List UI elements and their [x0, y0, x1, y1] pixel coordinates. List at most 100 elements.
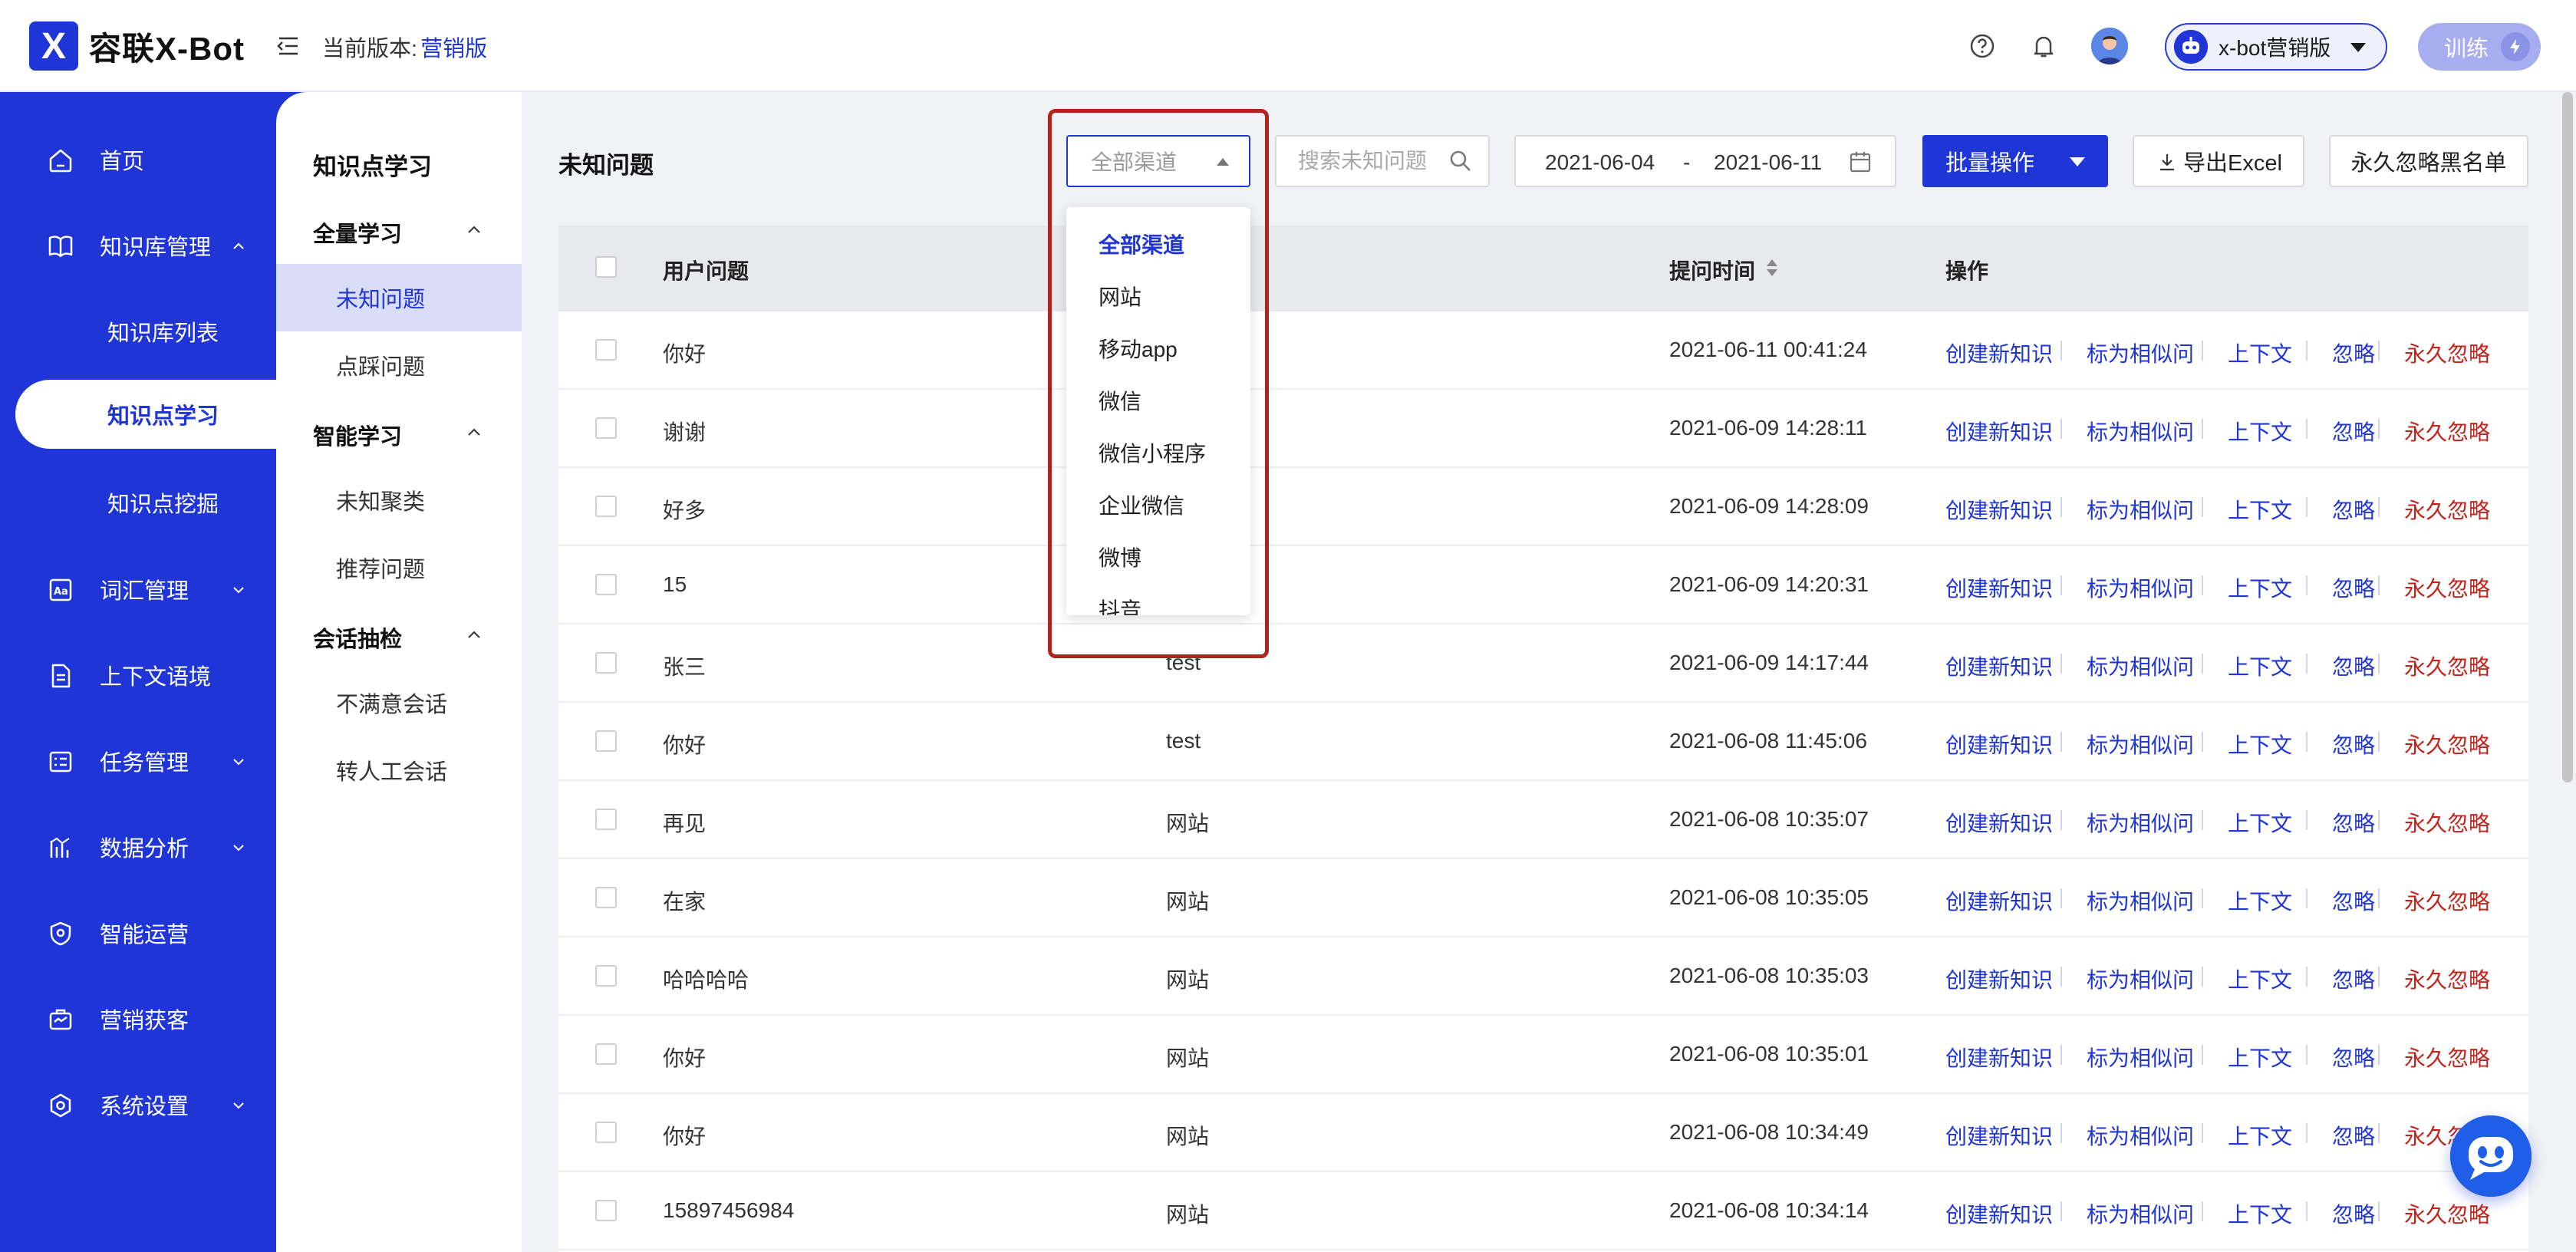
group-full-learning[interactable]: 全量学习 [313, 216, 480, 249]
ignore-link[interactable]: 忽略 [2332, 964, 2375, 994]
context-link[interactable]: 上下文 [2228, 416, 2292, 446]
version-value[interactable]: 营销版 [420, 37, 487, 61]
sidebar-item-home[interactable]: 首页 [0, 130, 276, 189]
row-checkbox[interactable] [595, 1122, 617, 1143]
create-knowledge-link[interactable]: 创建新知识 [1945, 494, 2053, 525]
row-checkbox[interactable] [595, 887, 617, 908]
mark-similar-link[interactable]: 标为相似问 [2087, 964, 2194, 994]
date-start[interactable]: 2021-06-04 [1545, 150, 1655, 175]
create-knowledge-link[interactable]: 创建新知识 [1945, 338, 2053, 368]
ignore-link[interactable]: 忽略 [2332, 885, 2375, 916]
sidebar-item-knowledge-base[interactable]: 知识库管理 [0, 216, 276, 275]
subnav-recommended-questions[interactable]: 推荐问题 [276, 534, 522, 601]
column-header-time[interactable]: 提问时间 [1669, 255, 1755, 285]
create-knowledge-link[interactable]: 创建新知识 [1945, 572, 2053, 603]
permanent-ignore-link[interactable]: 永久忽略 [2404, 494, 2490, 525]
row-checkbox[interactable] [595, 1043, 617, 1065]
context-link[interactable]: 上下文 [2228, 494, 2292, 525]
subnav-unsatisfied-sessions[interactable]: 不满意会话 [276, 669, 522, 736]
batch-operation-button[interactable]: 批量操作 [1922, 135, 2108, 187]
context-link[interactable]: 上下文 [2228, 338, 2292, 368]
ignore-link[interactable]: 忽略 [2332, 1120, 2375, 1151]
mark-similar-link[interactable]: 标为相似问 [2087, 807, 2194, 838]
train-button[interactable]: 训练 [2418, 23, 2541, 71]
context-link[interactable]: 上下文 [2228, 807, 2292, 838]
context-link[interactable]: 上下文 [2228, 964, 2292, 994]
permanent-ignore-link[interactable]: 永久忽略 [2404, 1042, 2490, 1072]
sidebar-item-context[interactable]: 上下文语境 [0, 646, 276, 704]
ignore-link[interactable]: 忽略 [2332, 572, 2375, 603]
row-checkbox[interactable] [595, 809, 617, 830]
user-avatar[interactable] [2091, 28, 2128, 64]
row-checkbox[interactable] [595, 339, 617, 361]
subnav-unknown-clusters[interactable]: 未知聚类 [276, 466, 522, 534]
permanent-ignore-link[interactable]: 永久忽略 [2404, 729, 2490, 759]
chat-assistant-button[interactable] [2450, 1115, 2532, 1197]
sidebar-item-analytics[interactable]: 数据分析 [0, 818, 276, 876]
date-end[interactable]: 2021-06-11 [1714, 150, 1822, 175]
sidebar-item-settings[interactable]: 系统设置 [0, 1076, 276, 1134]
sidebar-item-kb-mining[interactable]: 知识点挖掘 [0, 473, 276, 532]
create-knowledge-link[interactable]: 创建新知识 [1945, 964, 2053, 994]
context-link[interactable]: 上下文 [2228, 729, 2292, 759]
mark-similar-link[interactable]: 标为相似问 [2087, 651, 2194, 681]
row-checkbox[interactable] [595, 652, 617, 674]
mark-similar-link[interactable]: 标为相似问 [2087, 338, 2194, 368]
sidebar-item-marketing[interactable]: 营销获客 [0, 990, 276, 1048]
permanent-ignore-link[interactable]: 永久忽略 [2404, 885, 2490, 916]
mark-similar-link[interactable]: 标为相似问 [2087, 1198, 2194, 1229]
subnav-disliked-questions[interactable]: 点踩问题 [276, 331, 522, 399]
context-link[interactable]: 上下文 [2228, 1198, 2292, 1229]
export-excel-button[interactable]: 导出Excel [2133, 135, 2304, 187]
row-checkbox[interactable] [595, 965, 617, 987]
context-link[interactable]: 上下文 [2228, 885, 2292, 916]
ignore-link[interactable]: 忽略 [2332, 1042, 2375, 1072]
permanent-ignore-link[interactable]: 永久忽略 [2404, 416, 2490, 446]
row-checkbox[interactable] [595, 1200, 617, 1221]
page-scrollbar[interactable] [2562, 92, 2573, 782]
mark-similar-link[interactable]: 标为相似问 [2087, 416, 2194, 446]
sidebar-item-operations[interactable]: 智能运营 [0, 904, 276, 962]
ignore-link[interactable]: 忽略 [2332, 1198, 2375, 1229]
ignore-link[interactable]: 忽略 [2332, 729, 2375, 759]
permanent-ignore-link[interactable]: 永久忽略 [2404, 1198, 2490, 1229]
subnav-unknown-questions[interactable]: 未知问题 [276, 264, 522, 331]
mark-similar-link[interactable]: 标为相似问 [2087, 1042, 2194, 1072]
group-smart-learning[interactable]: 智能学习 [313, 419, 480, 451]
sidebar-item-vocabulary[interactable]: Aa 词汇管理 [0, 560, 276, 618]
create-knowledge-link[interactable]: 创建新知识 [1945, 1042, 2053, 1072]
search-icon[interactable] [1448, 149, 1473, 173]
date-range-picker[interactable]: 2021-06-04 - 2021-06-11 [1514, 135, 1896, 187]
help-icon[interactable] [1968, 32, 1996, 60]
ignore-link[interactable]: 忽略 [2332, 651, 2375, 681]
group-session-inspection[interactable]: 会话抽检 [313, 621, 480, 654]
row-checkbox[interactable] [595, 496, 617, 517]
create-knowledge-link[interactable]: 创建新知识 [1945, 416, 2053, 446]
permanent-ignore-link[interactable]: 永久忽略 [2404, 572, 2490, 603]
create-knowledge-link[interactable]: 创建新知识 [1945, 729, 2053, 759]
create-knowledge-link[interactable]: 创建新知识 [1945, 651, 2053, 681]
subnav-transferred-sessions[interactable]: 转人工会话 [276, 736, 522, 804]
mark-similar-link[interactable]: 标为相似问 [2087, 1120, 2194, 1151]
mark-similar-link[interactable]: 标为相似问 [2087, 885, 2194, 916]
create-knowledge-link[interactable]: 创建新知识 [1945, 885, 2053, 916]
ignore-link[interactable]: 忽略 [2332, 416, 2375, 446]
mark-similar-link[interactable]: 标为相似问 [2087, 494, 2194, 525]
row-checkbox[interactable] [595, 730, 617, 752]
app-logo[interactable]: X 容联X-Bot [29, 21, 245, 71]
permanent-ignore-link[interactable]: 永久忽略 [2404, 651, 2490, 681]
bell-icon[interactable] [2030, 32, 2057, 60]
bot-selector[interactable]: x-bot营销版 [2165, 23, 2387, 71]
mark-similar-link[interactable]: 标为相似问 [2087, 572, 2194, 603]
ignore-link[interactable]: 忽略 [2332, 338, 2375, 368]
context-link[interactable]: 上下文 [2228, 1120, 2292, 1151]
sidebar-item-tasks[interactable]: 任务管理 [0, 732, 276, 790]
ignore-link[interactable]: 忽略 [2332, 807, 2375, 838]
create-knowledge-link[interactable]: 创建新知识 [1945, 1120, 2053, 1151]
blacklist-button[interactable]: 永久忽略黑名单 [2329, 135, 2528, 187]
row-checkbox[interactable] [595, 574, 617, 595]
permanent-ignore-link[interactable]: 永久忽略 [2404, 807, 2490, 838]
menu-collapse-icon[interactable] [276, 34, 301, 58]
sidebar-item-kb-learning[interactable]: 知识点学习 [15, 380, 276, 449]
row-checkbox[interactable] [595, 417, 617, 439]
